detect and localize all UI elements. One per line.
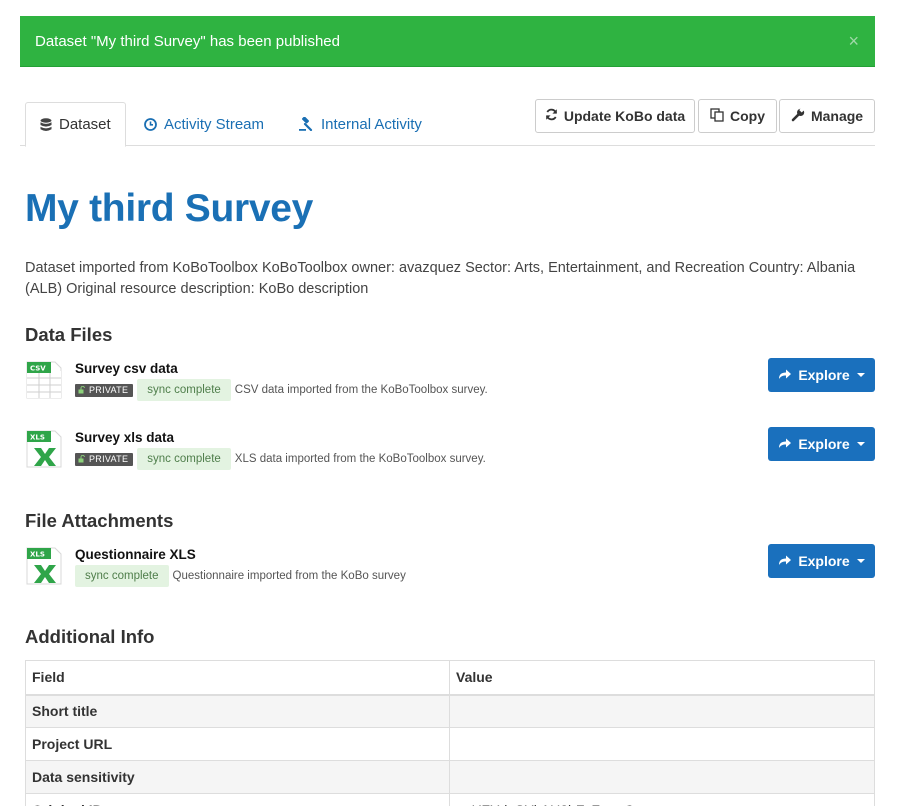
column-header-field: Field <box>25 660 450 696</box>
table-row: Short title <box>25 694 875 728</box>
copy-icon <box>710 107 724 125</box>
resource-item: XLS Survey xls data PRIVATE sync complet… <box>25 427 875 471</box>
tab-internal-activity[interactable]: Internal Activity <box>285 102 436 146</box>
resource-name[interactable]: Survey xls data <box>75 430 174 445</box>
update-label: Update KoBo data <box>563 108 686 124</box>
sync-status-badge: sync complete <box>75 565 169 587</box>
resource-description: XLS data imported from the KoBoToolbox s… <box>234 453 486 465</box>
explore-button[interactable]: Explore <box>768 358 875 392</box>
attachment-meta: sync complete Questionnaire imported fro… <box>75 565 406 587</box>
private-badge: PRIVATE <box>75 383 134 397</box>
tab-label: Dataset <box>59 116 111 133</box>
tab-activity-stream[interactable]: Activity Stream <box>130 102 278 146</box>
sync-status-badge: sync complete <box>137 379 231 401</box>
column-header-value: Value <box>449 660 875 696</box>
manage-button[interactable]: Manage <box>779 99 875 133</box>
table-row: Project URL <box>25 727 875 761</box>
copy-label: Copy <box>730 108 765 124</box>
xls-file-icon: XLS <box>25 546 63 591</box>
private-badge: PRIVATE <box>75 452 134 466</box>
svg-text:XLS: XLS <box>30 434 45 442</box>
attachment-description: Questionnaire imported from the KoBo sur… <box>172 570 406 582</box>
table-row: Original ID aoUZYrjeSYkAU2bFcFzwvQ <box>25 793 875 806</box>
attachment-item: XLS Questionnaire XLS sync complete Ques… <box>25 544 875 588</box>
manage-label: Manage <box>810 108 864 124</box>
explore-button[interactable]: Explore <box>768 544 875 578</box>
value-cell: aoUZYrjeSYkAU2bFcFzwvQ <box>449 793 875 806</box>
share-arrow-icon <box>778 367 792 383</box>
share-arrow-icon <box>778 553 792 569</box>
refresh-icon <box>545 108 558 124</box>
unlock-icon <box>78 386 85 394</box>
field-cell: Short title <box>25 694 450 728</box>
resource-meta: PRIVATE sync complete XLS data imported … <box>75 448 486 470</box>
resource-description: CSV data imported from the KoBoToolbox s… <box>234 384 488 396</box>
field-cell: Project URL <box>25 727 450 761</box>
alert-message: Dataset "My third Survey" has been publi… <box>35 32 340 50</box>
chevron-down-icon <box>856 373 865 377</box>
resource-meta: PRIVATE sync complete CSV data imported … <box>75 379 488 401</box>
additional-info-heading: Additional Info <box>25 626 155 647</box>
field-cell: Data sensitivity <box>25 760 450 794</box>
table-row: Data sensitivity <box>25 760 875 794</box>
value-cell <box>449 760 875 794</box>
table-header-row: Field Value <box>25 660 875 696</box>
clock-icon <box>144 117 157 131</box>
database-icon <box>40 117 52 132</box>
share-arrow-icon <box>778 436 792 452</box>
data-files-heading: Data Files <box>25 324 113 345</box>
chevron-down-icon <box>856 559 865 563</box>
value-cell <box>449 727 875 761</box>
success-alert: Dataset "My third Survey" has been publi… <box>20 16 875 67</box>
chevron-down-icon <box>856 442 865 446</box>
copy-button[interactable]: Copy <box>698 99 777 133</box>
tab-label: Internal Activity <box>321 115 422 133</box>
explore-button[interactable]: Explore <box>768 427 875 461</box>
close-icon[interactable]: × <box>848 32 859 50</box>
svg-text:XLS: XLS <box>30 551 45 559</box>
attachment-name[interactable]: Questionnaire XLS <box>75 547 196 562</box>
resource-item: CSV Survey csv data PRIVATE sync complet… <box>25 358 875 402</box>
csv-file-icon: CSV <box>25 360 63 405</box>
page-title: My third Survey <box>25 187 314 230</box>
tab-dataset[interactable]: Dataset <box>25 102 126 147</box>
resource-name[interactable]: Survey csv data <box>75 361 178 376</box>
sync-status-badge: sync complete <box>137 448 231 470</box>
svg-text:CSV: CSV <box>30 365 46 373</box>
unlock-icon <box>78 455 85 463</box>
file-attachments-heading: File Attachments <box>25 510 174 531</box>
value-cell <box>449 694 875 728</box>
gavel-icon <box>299 117 314 131</box>
update-kobo-data-button[interactable]: Update KoBo data <box>535 99 695 133</box>
dataset-description: Dataset imported from KoBoToolbox KoBoTo… <box>25 260 856 297</box>
wrench-icon <box>791 106 805 125</box>
additional-info-table: Field Value Short title Project URL Data… <box>25 660 875 806</box>
xls-file-icon: XLS <box>25 429 63 474</box>
field-cell: Original ID <box>25 793 450 806</box>
tab-label: Activity Stream <box>164 115 265 133</box>
